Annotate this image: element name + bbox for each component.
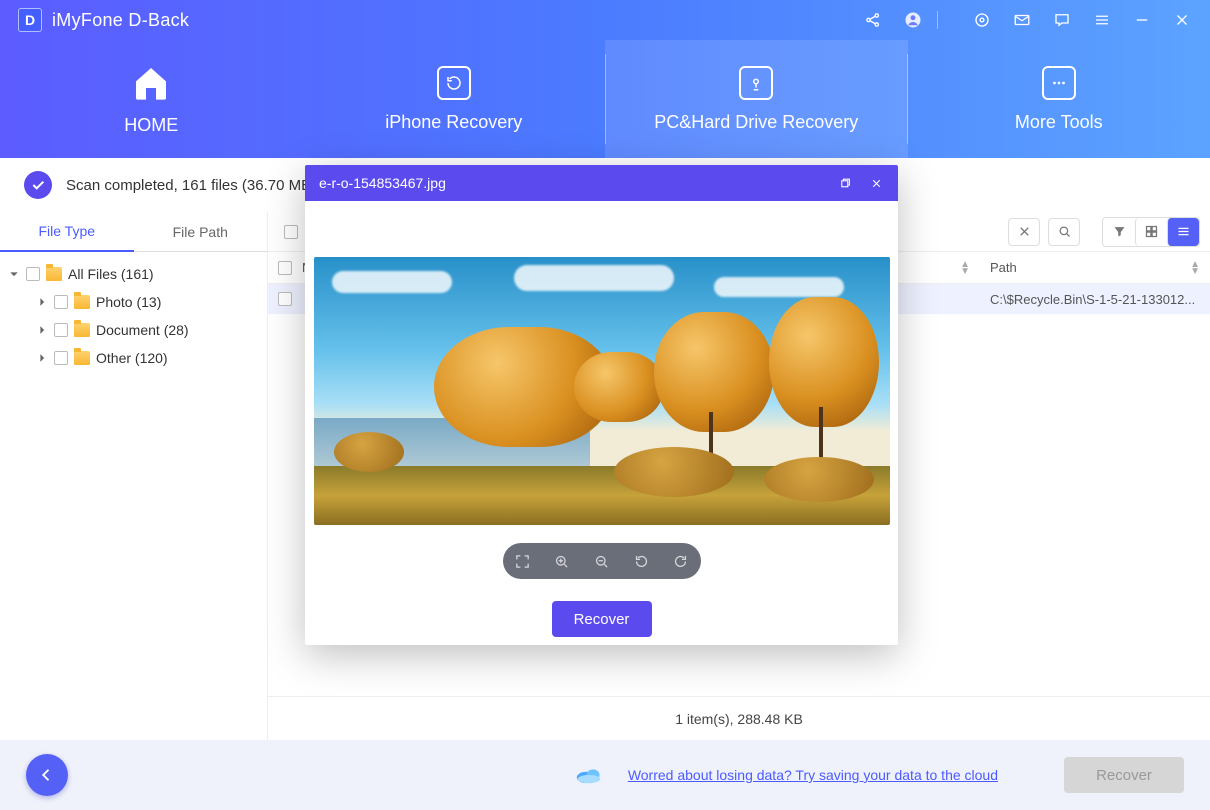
- tree-label: Photo (13): [96, 294, 161, 310]
- image-preview-modal: e-r-o-154853467.jpg: [305, 165, 898, 645]
- back-button[interactable]: [26, 754, 68, 796]
- zoom-in-icon[interactable]: [551, 550, 573, 572]
- clear-search-button[interactable]: [1008, 218, 1040, 246]
- folder-icon: [74, 351, 90, 365]
- grid-view-button[interactable]: [1135, 218, 1167, 246]
- col-path-header[interactable]: Path ▲▼: [980, 260, 1210, 275]
- feedback-icon[interactable]: [1052, 10, 1072, 30]
- row-checkbox[interactable]: [278, 292, 292, 306]
- folder-icon: [74, 323, 90, 337]
- nav-more-tools[interactable]: More Tools: [908, 40, 1210, 158]
- cloud-backup-link[interactable]: Worred about losing data? Try saving you…: [628, 767, 998, 783]
- chevron-down-icon: [8, 270, 20, 278]
- tab-file-path[interactable]: File Path: [134, 212, 268, 252]
- tree-label: All Files (161): [68, 266, 154, 282]
- nav-iphone-label: iPhone Recovery: [385, 112, 522, 133]
- tree-label: Other (120): [96, 350, 168, 366]
- fullscreen-icon[interactable]: [511, 550, 533, 572]
- restore-window-icon[interactable]: [836, 175, 852, 191]
- modal-titlebar: e-r-o-154853467.jpg: [305, 165, 898, 201]
- app-logo-icon: D: [18, 8, 42, 32]
- modal-filename: e-r-o-154853467.jpg: [319, 175, 446, 191]
- folder-icon: [46, 267, 62, 281]
- checkbox[interactable]: [54, 295, 68, 309]
- chevron-right-icon: [36, 354, 48, 362]
- header-checkbox[interactable]: [278, 261, 292, 275]
- tree-document[interactable]: Document (28): [8, 316, 257, 344]
- close-icon[interactable]: [1172, 10, 1192, 30]
- minimize-icon[interactable]: [1132, 10, 1152, 30]
- checkbox[interactable]: [54, 351, 68, 365]
- modal-body: Recover: [305, 201, 898, 649]
- check-circle-icon: [24, 171, 52, 199]
- nav-home-label: HOME: [124, 115, 178, 136]
- nav-home[interactable]: HOME: [0, 40, 303, 158]
- rotate-left-icon[interactable]: [630, 550, 652, 572]
- preview-image: [314, 257, 890, 525]
- tree-all-files[interactable]: All Files (161): [8, 260, 257, 288]
- recover-button[interactable]: Recover: [1064, 757, 1184, 793]
- main-nav: HOME iPhone Recovery PC&Hard Drive Recov…: [0, 40, 1210, 158]
- nav-more-label: More Tools: [1015, 112, 1103, 133]
- titlebar: D iMyFone D-Back: [0, 0, 1210, 40]
- more-icon: [1042, 66, 1076, 100]
- share-icon[interactable]: [863, 10, 883, 30]
- zoom-out-icon[interactable]: [590, 550, 612, 572]
- rotate-right-icon[interactable]: [670, 550, 692, 572]
- scan-status-text: Scan completed, 161 files (36.70 MB) h: [66, 177, 329, 194]
- filter-button[interactable]: [1103, 218, 1135, 246]
- refresh-icon: [437, 66, 471, 100]
- folder-icon: [74, 295, 90, 309]
- mail-icon[interactable]: [1012, 10, 1032, 30]
- key-monitor-icon: [739, 66, 773, 100]
- bottom-bar: Worred about losing data? Try saving you…: [0, 740, 1210, 810]
- nav-pc-label: PC&Hard Drive Recovery: [654, 112, 858, 133]
- tab-file-type[interactable]: File Type: [0, 212, 134, 252]
- view-segment: [1102, 217, 1200, 247]
- cloud-icon: [576, 766, 602, 784]
- tree-photo[interactable]: Photo (13): [8, 288, 257, 316]
- sort-icon: ▲▼: [960, 261, 970, 275]
- tree-label: Document (28): [96, 322, 189, 338]
- select-all-checkbox[interactable]: [284, 225, 298, 239]
- nav-iphone-recovery[interactable]: iPhone Recovery: [303, 40, 606, 158]
- checkbox[interactable]: [54, 323, 68, 337]
- app-title: iMyFone D-Back: [52, 10, 189, 31]
- titlebar-divider: [937, 11, 938, 29]
- checkbox[interactable]: [26, 267, 40, 281]
- col-path-label: Path: [990, 260, 1017, 275]
- menu-icon[interactable]: [1092, 10, 1112, 30]
- sidebar-tabs: File Type File Path: [0, 212, 267, 252]
- sidebar: File Type File Path All Files (161) Phot…: [0, 212, 268, 740]
- chevron-right-icon: [36, 298, 48, 306]
- search-button[interactable]: [1048, 218, 1080, 246]
- chevron-right-icon: [36, 326, 48, 334]
- content-footer: 1 item(s), 288.48 KB: [268, 696, 1210, 740]
- modal-recover-button[interactable]: Recover: [552, 601, 652, 637]
- modal-close-icon[interactable]: [868, 175, 884, 191]
- settings-icon[interactable]: [972, 10, 992, 30]
- file-tree: All Files (161) Photo (13) Document (28): [0, 252, 267, 380]
- list-view-button[interactable]: [1167, 218, 1199, 246]
- image-tool-strip: [503, 543, 701, 579]
- tree-other[interactable]: Other (120): [8, 344, 257, 372]
- sort-icon: ▲▼: [1190, 261, 1200, 275]
- account-icon[interactable]: [903, 10, 923, 30]
- nav-pc-recovery[interactable]: PC&Hard Drive Recovery: [605, 40, 908, 158]
- item-count-label: 1 item(s), 288.48 KB: [675, 711, 803, 727]
- row-path: C:\$Recycle.Bin\S-1-5-21-133012...: [980, 292, 1210, 307]
- app-header: D iMyFone D-Back HOME iPhone Recovery PC…: [0, 0, 1210, 158]
